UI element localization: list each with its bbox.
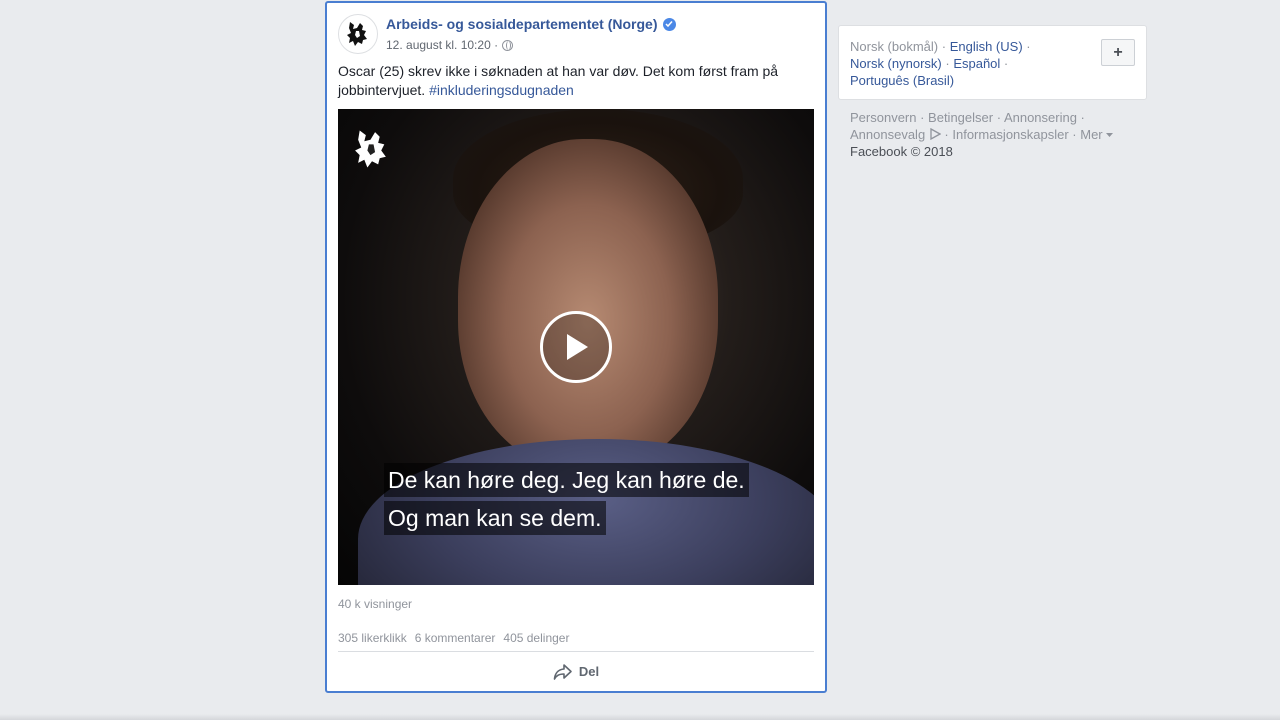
caret-down-icon xyxy=(1106,133,1114,137)
add-language-button[interactable]: + xyxy=(1101,39,1135,66)
play-button[interactable] xyxy=(540,311,612,383)
share-label: Del xyxy=(578,664,600,679)
post-timestamp[interactable]: 12. august kl. 10:20 · xyxy=(386,38,498,52)
bottom-edge xyxy=(0,714,1280,720)
page-name-link[interactable]: Arbeids- og sosialdepartementet (Norge) xyxy=(386,16,676,32)
post-stats: 305 likerklikk 6 kommentarer 405 delinge… xyxy=(338,631,569,645)
footer-terms[interactable]: Betingelser xyxy=(928,110,993,125)
norwegian-lion-icon xyxy=(347,22,367,46)
footer-copyright: Facebook © 2018 xyxy=(850,144,953,159)
page-avatar[interactable] xyxy=(338,14,378,54)
like-count[interactable]: 305 likerklikk xyxy=(338,631,407,645)
language-nynorsk[interactable]: Norsk (nynorsk) xyxy=(850,56,942,71)
language-current: Norsk (bokmål) xyxy=(850,39,939,54)
video-player[interactable]: De kan høre deg. Jeg kan høre de. Og man… xyxy=(338,109,814,585)
play-icon xyxy=(567,334,588,360)
language-list: Norsk (bokmål) · English (US) · Norsk (n… xyxy=(850,39,1031,88)
language-english[interactable]: English (US) xyxy=(950,39,1023,54)
language-portuguese[interactable]: Português (Brasil) xyxy=(850,73,954,88)
video-frame-face xyxy=(458,139,718,469)
comment-count[interactable]: 6 kommentarer xyxy=(415,631,496,645)
norwegian-lion-icon xyxy=(355,130,386,168)
footer-cookies[interactable]: Informasjonskapsler xyxy=(952,127,1068,142)
footer-privacy[interactable]: Personvern xyxy=(850,110,916,125)
footer-links: Personvern · Betingelser · Annonsering ·… xyxy=(850,109,1140,160)
verified-badge-icon xyxy=(662,17,676,31)
footer-advertising[interactable]: Annonsering xyxy=(1004,110,1077,125)
post-card: Arbeids- og sosialdepartementet (Norge) … xyxy=(325,1,827,693)
post-action-bar: Del xyxy=(338,651,814,691)
share-arrow-icon xyxy=(553,663,572,680)
globe-icon xyxy=(502,39,514,51)
hashtag-link[interactable]: #inkluderingsdugnaden xyxy=(429,82,574,98)
video-subtitle-line-2: Og man kan se dem. xyxy=(384,501,606,535)
footer-more[interactable]: Mer xyxy=(1080,127,1102,142)
ad-choices-icon xyxy=(930,127,942,141)
post-meta: 12. august kl. 10:20 · xyxy=(386,38,514,52)
footer-ad-choices[interactable]: Annonsevalg xyxy=(850,127,925,142)
page-name[interactable]: Arbeids- og sosialdepartementet (Norge) xyxy=(386,16,658,32)
view-count: 40 k visninger xyxy=(338,597,413,611)
post-header: Arbeids- og sosialdepartementet (Norge) … xyxy=(338,14,808,58)
share-button[interactable]: Del xyxy=(553,663,599,681)
language-selector: Norsk (bokmål) · English (US) · Norsk (n… xyxy=(838,25,1147,100)
language-spanish[interactable]: Español xyxy=(953,56,1000,71)
video-subtitle-line-1: De kan høre deg. Jeg kan høre de. xyxy=(384,463,749,497)
share-count[interactable]: 405 delinger xyxy=(503,631,569,645)
post-text: Oscar (25) skrev ikke i søknaden at han … xyxy=(338,62,808,100)
